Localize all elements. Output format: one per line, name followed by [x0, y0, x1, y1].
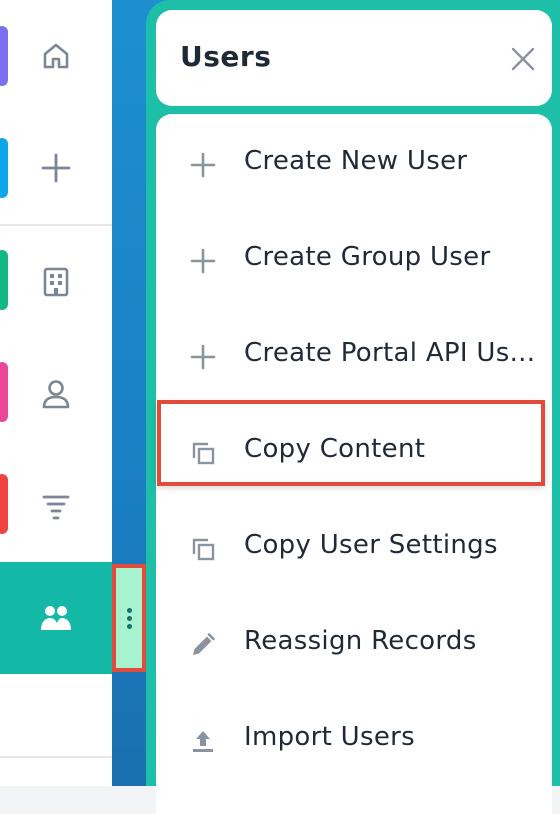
menu-item-create-group-user[interactable]: Create Group User	[156, 212, 552, 308]
users-menu: Create New User Create Group User Create…	[156, 114, 552, 814]
menu-item-label: Reassign Records	[244, 626, 477, 656]
highlight-box	[157, 400, 545, 486]
menu-item-reassign-records[interactable]: Reassign Records	[156, 596, 552, 692]
divider	[0, 756, 112, 758]
menu-item-copy-user-settings[interactable]: Copy User Settings	[156, 500, 552, 596]
home-icon	[43, 43, 69, 69]
plus-icon	[190, 152, 216, 178]
filter-icon	[42, 495, 70, 520]
panel-title: Users	[180, 40, 272, 73]
accent-bar	[0, 362, 8, 422]
close-icon[interactable]	[510, 46, 536, 72]
panel-toggle-handle[interactable]	[112, 564, 146, 672]
rail-item-home[interactable]	[0, 0, 112, 112]
plus-icon	[190, 344, 216, 370]
accent-bar	[0, 26, 8, 86]
menu-item-create-portal-api-user[interactable]: Create Portal API Us...	[156, 308, 552, 404]
handle-dot	[127, 616, 132, 621]
plus-icon	[41, 153, 71, 183]
menu-item-label: Create Group User	[244, 242, 491, 272]
building-icon	[43, 267, 69, 297]
handle-dot	[127, 624, 132, 629]
accent-bar	[0, 250, 8, 310]
upload-icon	[193, 731, 213, 752]
copy-icon	[192, 538, 215, 561]
accent-bar	[0, 138, 8, 198]
rail-item-filter[interactable]	[0, 450, 112, 562]
rail-item-contacts[interactable]	[0, 338, 112, 450]
menu-item-import-users[interactable]: Import Users	[156, 692, 552, 788]
rail-item-create[interactable]	[0, 112, 112, 224]
rail-item-users[interactable]	[0, 562, 112, 674]
panel-header: Users	[156, 10, 552, 106]
rail-item-accounts[interactable]	[0, 226, 112, 338]
handle-dot	[127, 608, 132, 613]
menu-item-label: Import Users	[244, 722, 415, 752]
users-panel: Users Create New User Create Group User …	[146, 0, 560, 814]
person-icon	[42, 380, 70, 409]
menu-item-label: Copy User Settings	[244, 530, 498, 560]
plus-icon	[190, 248, 216, 274]
menu-item-create-new-user[interactable]: Create New User	[156, 116, 552, 212]
users-icon	[41, 606, 71, 630]
pencil-icon	[193, 633, 215, 655]
menu-item-label: Create New User	[244, 146, 468, 176]
accent-bar	[0, 474, 8, 534]
menu-item-label: Create Portal API Us...	[244, 338, 536, 368]
nav-rail	[0, 0, 112, 786]
